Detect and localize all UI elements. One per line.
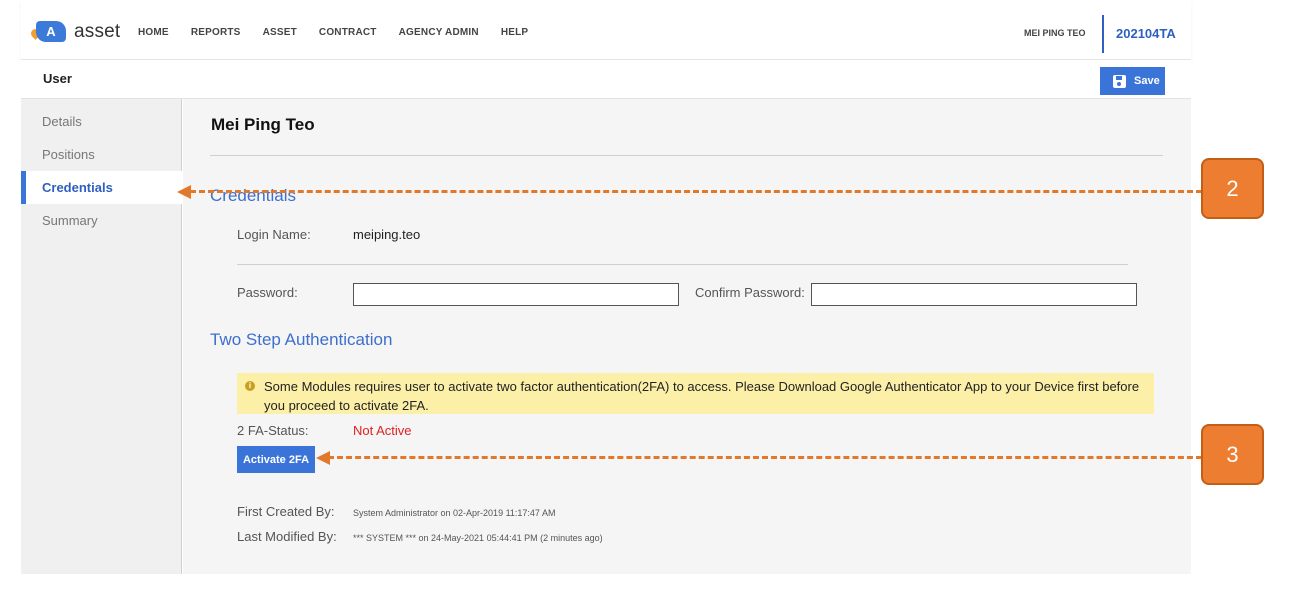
top-navbar: A asset HOME REPORTS ASSET CONTRACT AGEN… <box>21 0 1191 60</box>
callout-badge-2: 2 <box>1201 158 1264 219</box>
logo-icon: A <box>29 21 67 43</box>
info-icon: i <box>245 381 255 391</box>
logo-letter: A <box>36 21 66 42</box>
main-content: Mei Ping Teo Credentials Login Name: mei… <box>183 99 1191 574</box>
person-name: Mei Ping Teo <box>211 115 315 134</box>
sidebar-item-details[interactable]: Details <box>21 105 182 138</box>
nav-asset[interactable]: ASSET <box>263 27 297 38</box>
credentials-section-title: Credentials <box>210 186 296 205</box>
last-modified-label: Last Modified By: <box>237 529 337 544</box>
tenant-code[interactable]: 202104TA <box>1116 26 1176 41</box>
sidebar-item-credentials[interactable]: Credentials <box>21 171 182 204</box>
main-nav: HOME REPORTS ASSET CONTRACT AGENCY ADMIN… <box>138 27 550 38</box>
confirm-password-label: Confirm Password: <box>695 285 805 300</box>
callout-badge-3: 3 <box>1201 424 1264 485</box>
2fa-notice-text: Some Modules requires user to activate t… <box>264 379 1140 413</box>
callout-line-2 <box>190 190 1202 193</box>
confirm-password-input[interactable] <box>811 283 1137 306</box>
app-logo[interactable]: A asset <box>29 21 121 43</box>
sidebar-item-positions[interactable]: Positions <box>21 138 182 171</box>
save-button-label: Save <box>1134 75 1160 87</box>
nav-help[interactable]: HELP <box>501 27 528 38</box>
two-step-section-title: Two Step Authentication <box>210 330 393 349</box>
sidebar: Details Positions Credentials Summary <box>21 99 182 574</box>
current-user-menu[interactable]: MEI PING TEO <box>1024 28 1086 38</box>
activate-2fa-button[interactable]: Activate 2FA <box>237 446 315 473</box>
save-button[interactable]: Save <box>1100 67 1165 95</box>
page-title: User <box>43 71 72 86</box>
first-created-label: First Created By: <box>237 504 335 519</box>
nav-divider <box>1102 15 1104 53</box>
login-name-label: Login Name: <box>237 227 311 242</box>
nav-contract[interactable]: CONTRACT <box>319 27 377 38</box>
logo-text: asset <box>74 21 121 42</box>
nav-home[interactable]: HOME <box>138 27 169 38</box>
password-label: Password: <box>237 285 298 300</box>
2fa-status-label: 2 FA-Status: <box>237 423 309 438</box>
page-header: User Save <box>21 60 1191 99</box>
login-name-value: meiping.teo <box>353 227 421 242</box>
2fa-status-value: Not Active <box>353 423 412 438</box>
callout-arrow-3 <box>316 451 330 465</box>
app-window: A asset HOME REPORTS ASSET CONTRACT AGEN… <box>0 0 1290 597</box>
nav-reports[interactable]: REPORTS <box>191 27 241 38</box>
password-input[interactable] <box>353 283 679 306</box>
sidebar-item-summary[interactable]: Summary <box>21 204 182 237</box>
callout-line-3 <box>328 456 1202 459</box>
divider <box>210 155 1163 156</box>
nav-agency-admin[interactable]: AGENCY ADMIN <box>399 27 479 38</box>
callout-arrow-2 <box>177 185 191 199</box>
save-icon <box>1113 74 1126 88</box>
first-created-value: System Administrator on 02-Apr-2019 11:1… <box>353 508 556 518</box>
last-modified-value: *** SYSTEM *** on 24-May-2021 05:44:41 P… <box>353 533 603 543</box>
divider <box>237 264 1128 265</box>
2fa-notice: i Some Modules requires user to activate… <box>237 373 1154 414</box>
